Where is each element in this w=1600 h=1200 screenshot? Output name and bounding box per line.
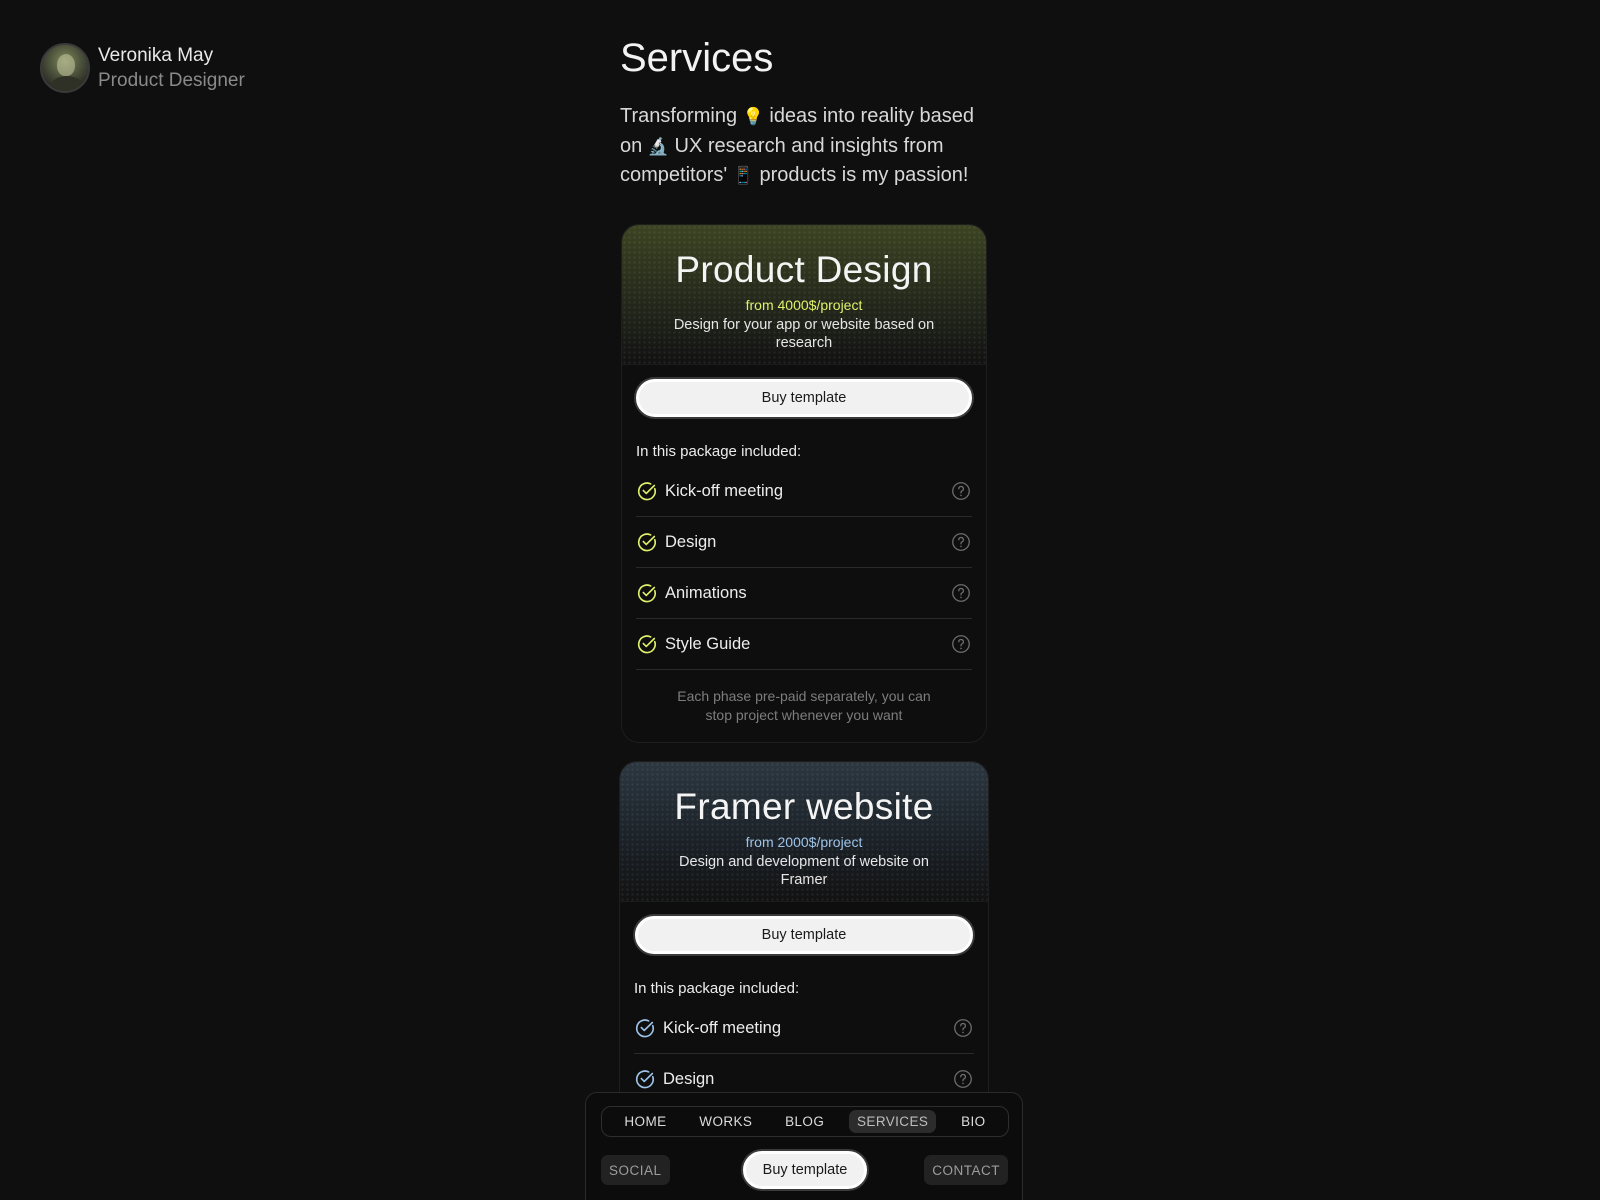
page-title: Services xyxy=(620,36,774,80)
avatar xyxy=(40,43,90,93)
help-circle-icon[interactable] xyxy=(952,1068,974,1090)
feature-item: Kick-off meeting xyxy=(634,1003,974,1054)
nav-tab-works[interactable]: WORKS xyxy=(691,1110,760,1133)
profile-role: Product Designer xyxy=(98,70,245,91)
check-circle-icon xyxy=(635,1070,655,1089)
buy-template-button[interactable]: Buy template xyxy=(635,916,973,954)
help-circle-icon[interactable] xyxy=(952,1017,974,1039)
nav-tab-bio[interactable]: BIO xyxy=(953,1110,993,1133)
intro-part: Transforming xyxy=(620,105,743,127)
feature-item: Animations xyxy=(636,568,972,619)
card-note: Each phase pre-paid separately, you can … xyxy=(677,688,931,723)
feature-item: Style Guide xyxy=(636,619,972,670)
card-title: Framer website xyxy=(674,786,934,827)
feature-label: Design xyxy=(663,1069,715,1088)
feature-item: Kick-off meeting xyxy=(636,466,972,517)
profile-name: Veronika May xyxy=(98,45,214,66)
card-header: Product Design from 4000$/project Design… xyxy=(622,225,986,365)
feature-label: Kick-off meeting xyxy=(665,481,783,500)
contact-button[interactable]: CONTACT xyxy=(924,1155,1008,1185)
nav-tab-home[interactable]: HOME xyxy=(616,1110,674,1133)
card-description: Design for your app or website based on … xyxy=(673,317,935,351)
help-circle-icon[interactable] xyxy=(950,531,972,553)
included-title: In this package included: xyxy=(634,980,800,997)
profile[interactable]: Veronika May Product Designer xyxy=(40,43,245,93)
buy-template-button[interactable]: Buy template xyxy=(636,379,972,417)
check-circle-icon xyxy=(635,1019,655,1038)
nav-tab-blog[interactable]: BLOG xyxy=(777,1110,832,1133)
help-circle-icon[interactable] xyxy=(950,633,972,655)
help-circle-icon[interactable] xyxy=(950,480,972,502)
check-circle-icon xyxy=(637,482,657,501)
card-header: Framer website from 2000$/project Design… xyxy=(620,762,988,902)
microscope-icon: 🔬 xyxy=(647,136,669,156)
check-circle-icon xyxy=(637,533,657,552)
card-description: Design and development of website on Fra… xyxy=(679,854,929,888)
feature-list: Kick-off meeting Design xyxy=(634,1003,974,1105)
help-circle-icon[interactable] xyxy=(950,582,972,604)
check-circle-icon xyxy=(637,635,657,654)
card-price: from 2000$/project xyxy=(745,834,863,850)
service-card-product-design: Product Design from 4000$/project Design… xyxy=(621,224,987,743)
page-root: Veronika May Product Designer Services T… xyxy=(0,0,1600,1200)
feature-list: Kick-off meeting Design Animations Style… xyxy=(636,466,972,670)
intro-text: Transforming 💡 ideas into reality based … xyxy=(620,102,1000,191)
social-button[interactable]: SOCIAL xyxy=(601,1155,670,1185)
phone-icon: 📱 xyxy=(732,166,754,185)
card-price: from 4000$/project xyxy=(745,297,863,313)
check-circle-icon xyxy=(637,584,657,603)
feature-label: Kick-off meeting xyxy=(663,1018,781,1037)
card-title: Product Design xyxy=(675,249,933,290)
nav-tabs: HOME WORKS BLOG SERVICES BIO xyxy=(601,1106,1009,1137)
buy-template-button[interactable]: Buy template xyxy=(743,1151,867,1189)
lightbulb-icon: 💡 xyxy=(742,107,764,126)
feature-label: Design xyxy=(665,532,717,551)
feature-label: Style Guide xyxy=(665,634,751,653)
feature-label: Animations xyxy=(665,583,747,602)
feature-item: Design xyxy=(636,517,972,568)
nav-tab-services[interactable]: SERVICES xyxy=(849,1110,937,1133)
included-title: In this package included: xyxy=(636,443,802,460)
bottom-nav: HOME WORKS BLOG SERVICES BIO SOCIAL Buy … xyxy=(585,1092,1023,1200)
intro-part: products is my passion! xyxy=(753,164,969,186)
